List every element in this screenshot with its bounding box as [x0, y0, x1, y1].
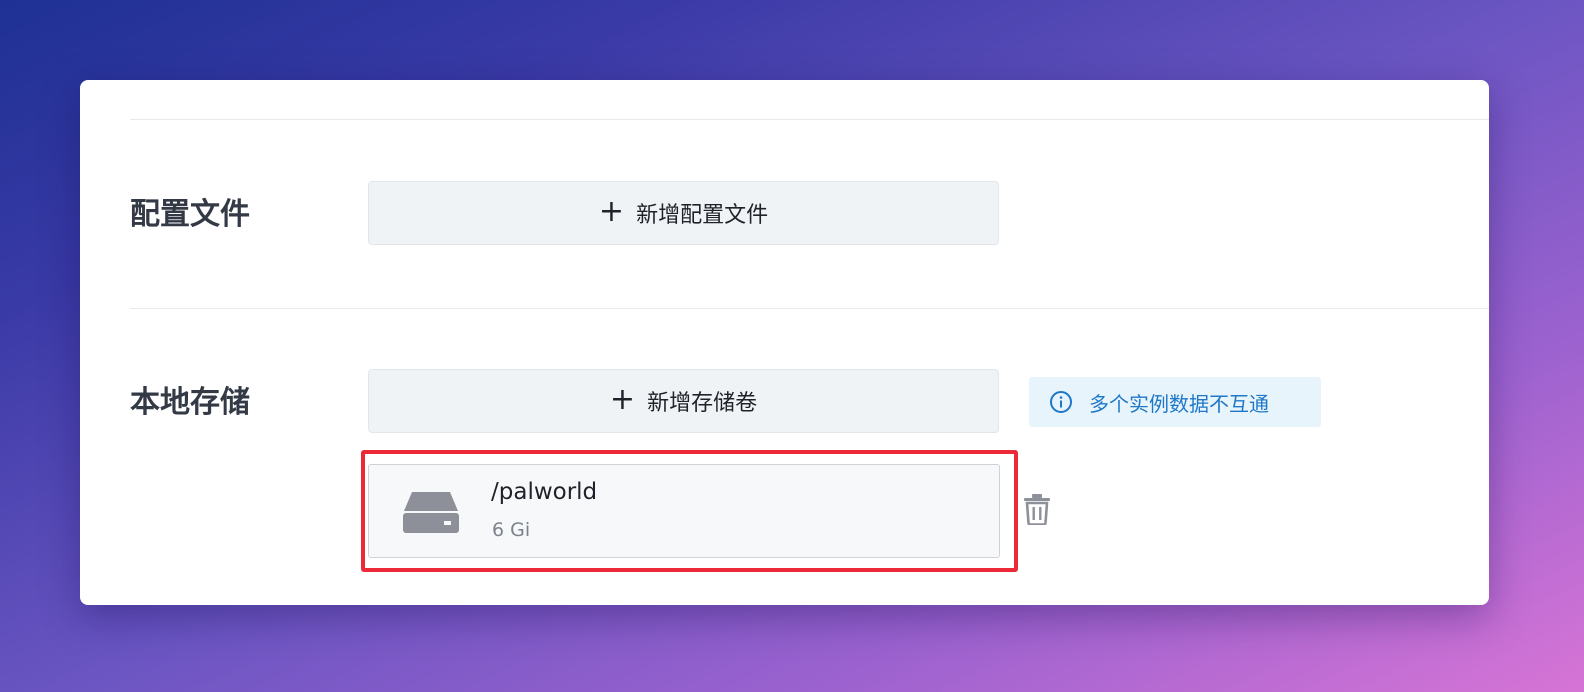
- plus-icon: +: [598, 194, 625, 229]
- add-volume-label: 新增存储卷: [647, 391, 758, 416]
- trash-icon[interactable]: [1023, 493, 1051, 525]
- plus-icon: +: [609, 382, 636, 417]
- tip-text: 多个实例数据不互通: [1089, 391, 1269, 416]
- top-divider: [130, 119, 1489, 120]
- volume-path: /palworld: [491, 479, 598, 505]
- add-config-file-label: 新增配置文件: [636, 203, 769, 228]
- add-volume-button[interactable]: + 新增存储卷: [368, 369, 999, 433]
- hard-disk-icon: [403, 492, 459, 533]
- storage-section-label: 本地存储: [130, 385, 250, 420]
- volume-item[interactable]: /palworld 6 Gi: [368, 464, 1000, 558]
- section-divider: [130, 308, 1489, 309]
- add-config-file-button[interactable]: + 新增配置文件: [368, 181, 999, 245]
- settings-card: 配置文件 + 新增配置文件 本地存储 + 新增存储卷 多个实例数据不互通 /pa…: [80, 80, 1489, 605]
- data-isolation-tip: 多个实例数据不互通: [1029, 377, 1321, 427]
- info-icon: [1050, 391, 1072, 413]
- config-section-label: 配置文件: [130, 197, 250, 232]
- volume-size: 6 Gi: [492, 519, 531, 541]
